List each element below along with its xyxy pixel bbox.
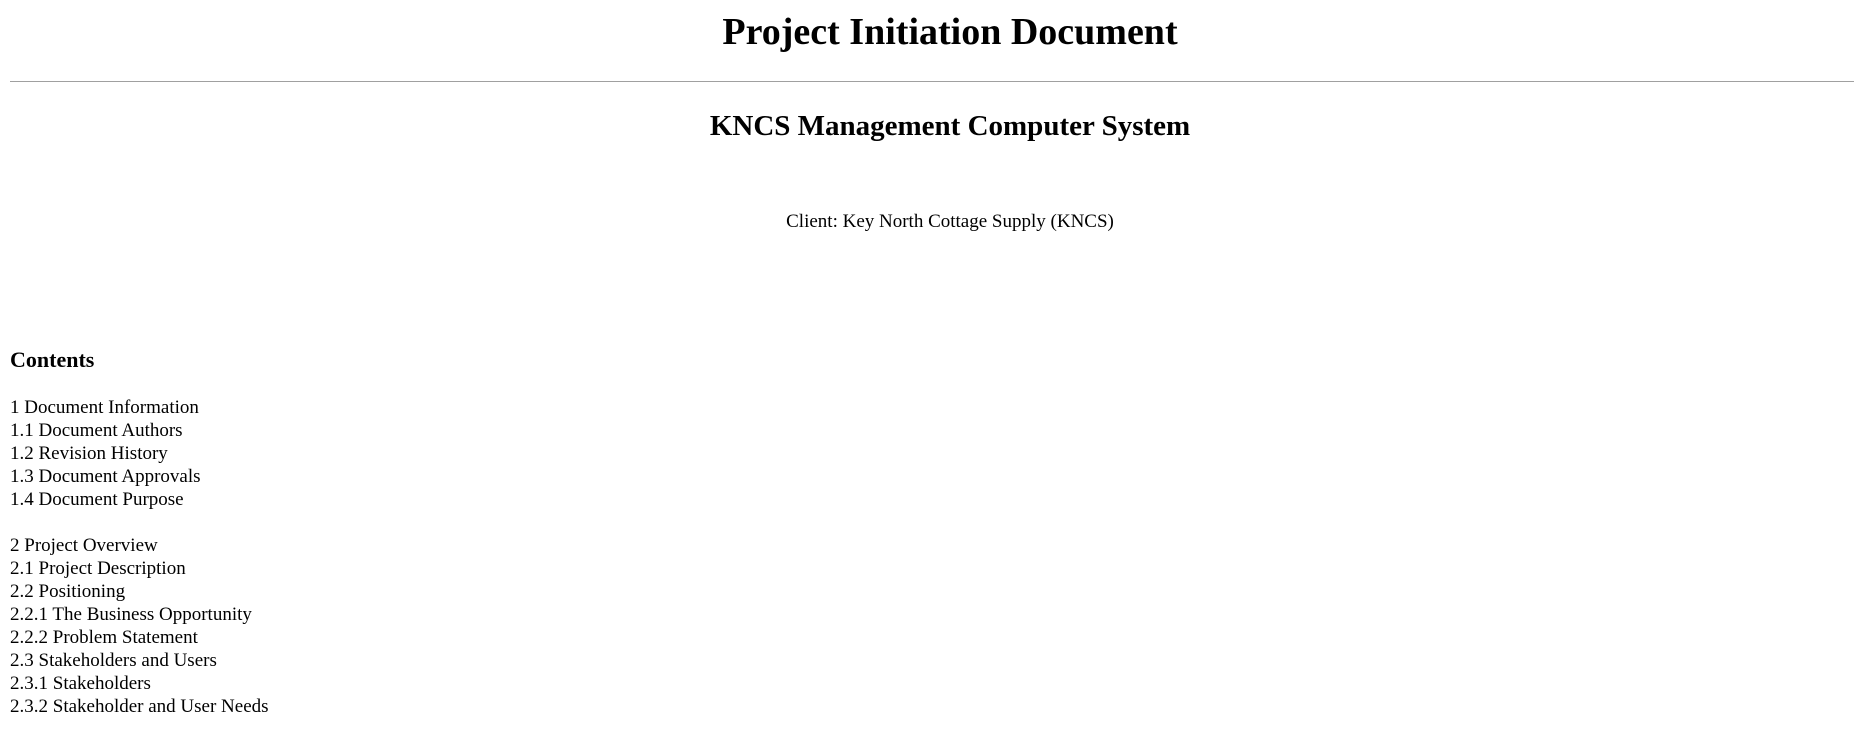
toc-item[interactable]: 2.3.1 Stakeholders xyxy=(10,672,269,695)
title-divider xyxy=(10,81,1854,82)
toc-item[interactable]: 1.1 Document Authors xyxy=(10,419,269,442)
toc-item[interactable]: 2.2.1 The Business Opportunity xyxy=(10,603,269,626)
toc-item[interactable]: 2.2.2 Problem Statement xyxy=(10,626,269,649)
toc-item[interactable]: 2.2 Positioning xyxy=(10,580,269,603)
client-line: Client: Key North Cottage Supply (KNCS) xyxy=(786,211,1114,232)
page-title: Project Initiation Document xyxy=(722,11,1178,53)
toc-item[interactable]: 2.3.2 Stakeholder and User Needs xyxy=(10,695,269,718)
toc-item[interactable]: 1.3 Document Approvals xyxy=(10,465,269,488)
toc-item[interactable]: 1.4 Document Purpose xyxy=(10,488,269,511)
toc-section-1: 1 Document Information 1.1 Document Auth… xyxy=(10,396,269,511)
toc-item[interactable]: 2 Project Overview xyxy=(10,534,269,557)
toc-item[interactable]: 2.3 Stakeholders and Users xyxy=(10,649,269,672)
contents-heading: Contents xyxy=(10,347,95,372)
toc-item[interactable]: 1 Document Information xyxy=(10,396,269,419)
toc-item[interactable]: 2.1 Project Description xyxy=(10,557,269,580)
toc-section-2: 2 Project Overview 2.1 Project Descripti… xyxy=(10,534,269,718)
toc-item[interactable]: 1.2 Revision History xyxy=(10,442,269,465)
document-page: Project Initiation Document KNCS Managem… xyxy=(0,0,1856,720)
table-of-contents: 1 Document Information 1.1 Document Auth… xyxy=(10,396,269,741)
document-subtitle: KNCS Management Computer System xyxy=(709,110,1191,142)
